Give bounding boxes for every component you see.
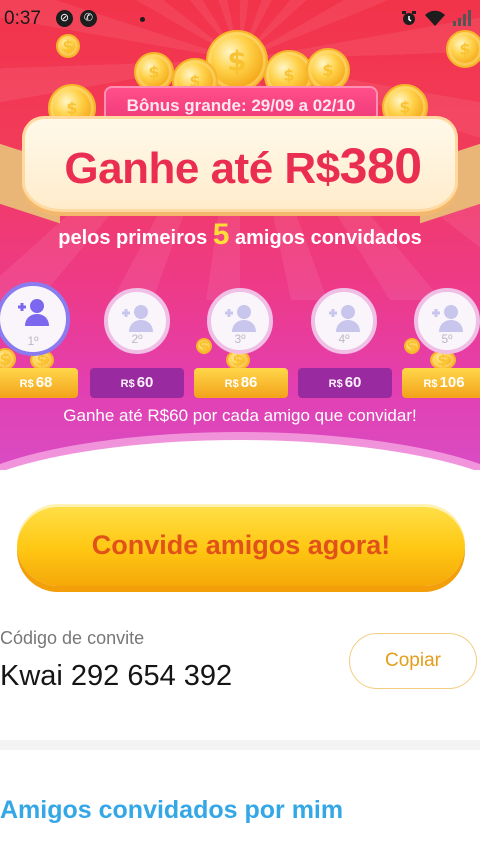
hero-bottom-curve [0,440,480,470]
whatsapp-icon: ✆ [80,10,97,27]
headline-prefix: Ganhe até R$ [64,144,340,193]
reward-amount: 106 [439,374,465,391]
invite-code-value: Kwai 292 654 392 [0,660,233,692]
reward-tag-1: R$ 68 [0,368,78,398]
status-icons-right [400,9,472,27]
reward-currency: R$ [328,378,343,390]
friend-slot-4[interactable]: 4º [311,288,377,354]
status-time: 0:37 [4,8,41,29]
slot-rank: 1º [27,334,39,348]
friend-slot-1[interactable]: 1º [0,282,70,356]
subtitle-before: pelos primeiros [58,227,208,249]
alarm-icon [402,11,416,25]
headline-amount: 380 [339,138,422,194]
reward-amount: 60 [344,374,362,391]
invited-friends-title: Amigos convidados por mim [0,796,344,824]
add-friend-icon [18,299,49,326]
add-friend-icon [122,305,153,332]
coin-icon [196,338,212,354]
add-friend-icon [432,305,463,332]
slot-rank: 3º [234,332,246,346]
reward-amount: 60 [136,374,154,391]
slot-rank: 5º [441,332,453,346]
add-friend-icon [329,305,360,332]
reward-tag-4: R$ 60 [298,368,392,398]
invite-friends-button[interactable]: Convide amigos agora! [17,504,465,586]
slot-rank: 4º [338,332,350,346]
reward-currency: R$ [224,378,239,390]
friend-slot-3[interactable]: 3º [207,288,273,354]
headline-banner: Ganhe até R$380 [22,116,458,212]
subtitle-count: 5 [212,218,230,251]
add-friend-icon [225,305,256,332]
invite-code-label: Código de convite [0,628,145,648]
subtitle: pelos primeiros 5 amigos convidados [0,218,480,252]
reward-tag-3: R$ 86 [194,368,288,398]
slot-rank: 2º [131,332,143,346]
reward-currency: R$ [19,378,34,390]
friend-slot-2[interactable]: 2º [104,288,170,354]
reward-amount: 68 [35,374,53,391]
headline-ribbon: Ganhe até R$380 [0,108,480,224]
status-bar: 0:37 ⊘ ✆ [0,0,480,38]
headline-text: Ganhe até R$380 [25,137,461,195]
reward-amount: 86 [240,374,258,391]
notification-dot-icon [140,17,145,22]
copy-button[interactable]: Copiar [349,633,477,689]
wifi-icon [425,10,445,26]
earn-per-friend-text: Ganhe até R$60 por cada amigo que convid… [63,406,417,425]
coin-icon [0,348,16,370]
friend-slot-5[interactable]: 5º [414,288,480,354]
signal-icon [453,10,471,26]
blocked-icon: ⊘ [56,10,73,27]
reward-currency: R$ [423,378,438,390]
reward-tag-5: R$ 106 [402,368,480,398]
hero-banner: 0:37 ⊘ ✆ Bônus grande: 29/09 a 02/10 Gan… [0,0,480,470]
reward-tag-2: R$ 60 [90,368,184,398]
subtitle-after: amigos convidados [235,227,422,249]
reward-currency: R$ [120,378,135,390]
section-divider [0,740,480,750]
